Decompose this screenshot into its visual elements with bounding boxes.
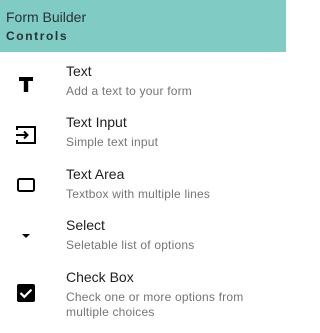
control-item-check-box[interactable]: Check Box Check one or more options from…: [0, 266, 286, 328]
control-item-label: Check Box: [66, 269, 134, 285]
control-item-label: Text Area: [66, 166, 125, 182]
control-item-label: Select: [66, 217, 105, 233]
control-item-description: Simple text input: [66, 135, 159, 149]
control-item-label: Text: [66, 63, 92, 79]
text-format-icon: [14, 72, 38, 96]
form-builder-panel: Form Builder Controls Text Add a text to…: [0, 0, 286, 333]
control-item-text[interactable]: Text Add a text to your form: [0, 60, 286, 110]
panel-title: Form Builder: [6, 9, 87, 25]
panel-header: Form Builder Controls: [0, 0, 286, 52]
control-item-select[interactable]: Select Seletable list of options: [0, 214, 286, 264]
checkbox-checked-icon: [14, 281, 38, 305]
dropdown-arrow-icon: [14, 224, 38, 248]
control-item-description: Check one or more options from multiple …: [66, 290, 244, 319]
textarea-icon: [14, 173, 38, 197]
control-item-description: Seletable list of options: [66, 238, 195, 252]
control-item-description: Add a text to your form: [66, 84, 192, 98]
input-icon: [14, 123, 38, 147]
control-item-description: Textbox with multiple lines: [66, 187, 211, 201]
panel-subtitle: Controls: [6, 29, 69, 43]
control-item-label: Text Input: [66, 114, 127, 130]
control-item-text-input[interactable]: Text Input Simple text input: [0, 111, 286, 161]
control-item-text-area[interactable]: Text Area Textbox with multiple lines: [0, 163, 286, 213]
